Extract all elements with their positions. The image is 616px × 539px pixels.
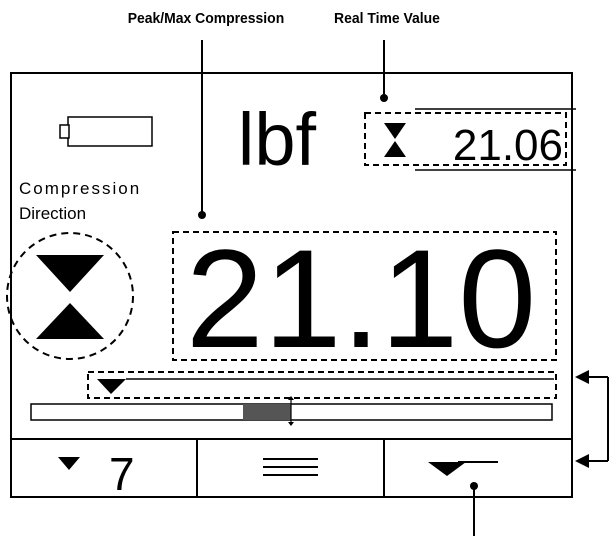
unit-label: lbf <box>238 98 317 181</box>
direction-label-line1: Compression <box>19 179 141 198</box>
direction-label-line2: Direction <box>19 204 86 223</box>
arrow-left-icon <box>575 454 589 468</box>
softkey-left-value: 7 <box>109 448 135 500</box>
bracket-arrows <box>575 370 609 468</box>
compression-direction-icon <box>36 255 104 339</box>
peak-leader-dot <box>198 211 206 219</box>
arrow-left-icon <box>575 370 589 384</box>
small-direction-icon <box>384 123 406 157</box>
force-gauge-diagram: Peak/Max Compression Real Time Value lbf… <box>6 11 609 536</box>
peak-callout-label: Peak/Max Compression <box>128 11 284 28</box>
realtime-value: 21.06 <box>453 121 563 170</box>
setpoint-marker-icon <box>97 379 126 394</box>
softkey-center[interactable] <box>198 440 383 496</box>
direction-indicator-circle <box>6 232 134 360</box>
realtime-leader-dot <box>380 94 388 102</box>
softkey-left[interactable]: 7 <box>12 440 196 500</box>
load-bar-fill <box>243 404 291 420</box>
softkey-right[interactable] <box>385 440 571 496</box>
battery-icon <box>59 116 153 147</box>
peak-value: 21.10 <box>186 220 536 377</box>
realtime-callout-label: Real Time Value <box>334 11 440 28</box>
